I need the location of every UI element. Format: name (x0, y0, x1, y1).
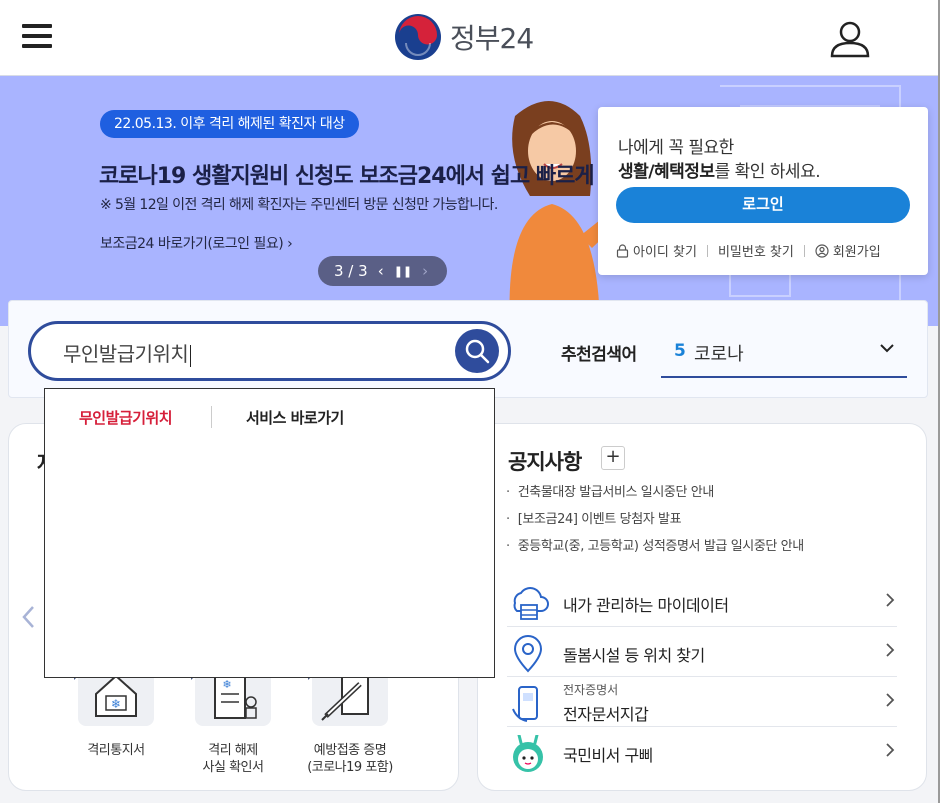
login-button[interactable]: 로그인 (616, 187, 910, 223)
pager-next-icon[interactable]: › (422, 262, 428, 280)
svg-text:❄: ❄ (111, 697, 121, 711)
mascot-gubbi-icon (513, 735, 543, 772)
recommend-label: 추천검색어 (561, 345, 637, 365)
banner-badge: 22.05.13. 이후 격리 해제된 확진자 대상 (100, 110, 359, 138)
service-label: 예방접종 증명 (코로나19 포함) (307, 743, 393, 775)
lock-icon (616, 243, 629, 258)
site-logo[interactable]: 정부24 (394, 12, 534, 62)
login-message-rest: 를 확인 하세요. (714, 162, 821, 182)
quick-link-care-facility[interactable]: 돌봄시설 등 위치 찾기 (507, 627, 897, 677)
quick-link-sublabel: 전자증명서 (563, 683, 619, 697)
logo-text: 정부24 (450, 22, 534, 55)
chevron-right-icon (886, 643, 895, 657)
quick-link-label: 돌봄시설 등 위치 찾기 (563, 646, 705, 665)
user-account-icon[interactable] (828, 20, 872, 58)
link-divider (803, 244, 805, 257)
pager-prev-icon[interactable]: ‹ (378, 262, 384, 280)
top-header: 정부24 (0, 0, 938, 76)
mobile-wallet-icon (512, 686, 538, 722)
banner-link[interactable]: 보조금24 바로가기(로그인 필요) › (100, 233, 293, 253)
banner-note: ※ 5월 12일 이전 격리 해제 확진자는 주민센터 방문 신청만 가능합니다… (100, 197, 498, 213)
login-message-line1: 나에게 꼭 필요한 (618, 138, 734, 158)
search-input[interactable]: 무인발급기위치 (28, 321, 511, 381)
mydata-cloud-icon (513, 587, 549, 620)
signup-link[interactable]: 회원가입 (815, 241, 881, 260)
chevron-right-icon (886, 593, 895, 607)
chevron-down-icon (880, 344, 894, 353)
dropdown-tab-service-shortcut[interactable]: 서비스 바로가기 (246, 407, 344, 428)
signup-label: 회원가입 (832, 245, 881, 260)
find-password-label: 비밀번호 찾기 (717, 245, 794, 260)
login-message-line2: 생활/혜택정보를 확인 하세요. (618, 157, 821, 182)
chevron-right-icon (886, 743, 895, 757)
quick-link-label: 전자문서지갑 (563, 705, 649, 724)
service-item[interactable]: ❄ 격리 해제 사실 확인서 (173, 658, 293, 776)
quick-link-mydata[interactable]: 내가 관리하는 마이데이터 (507, 577, 897, 627)
notice-title: 공지사항 (508, 450, 582, 474)
dropdown-tab-keyword[interactable]: 무인발급기위치 (79, 407, 173, 428)
service-item[interactable]: ❄ 격리통지서 (56, 658, 176, 759)
taegeuk-logo-icon (395, 14, 441, 60)
dropdown-tab-divider (211, 406, 212, 428)
find-password-link[interactable]: 비밀번호 찾기 (718, 241, 794, 260)
find-id-link[interactable]: 아이디 찾기 (616, 241, 697, 260)
search-autocomplete-dropdown: 무인발급기위치 서비스 바로가기 (44, 388, 495, 678)
notice-item[interactable]: 건축물대장 발급서비스 일시중단 안내 (506, 482, 804, 509)
notice-item[interactable]: 중등학교(중, 고등학교) 성적증명서 발급 일시중단 안내 (506, 536, 804, 563)
login-card: 나에게 꼭 필요한 생활/혜택정보를 확인 하세요. 로그인 아이디 찾기 비밀… (598, 107, 928, 275)
chevron-left-icon[interactable] (20, 604, 36, 630)
link-divider (706, 244, 708, 257)
recommend-keyword-select[interactable]: 5 코로나 (661, 328, 907, 378)
svg-text:❄: ❄ (222, 678, 231, 691)
pager-count: 3 / 3 (334, 262, 368, 280)
login-message-bold: 생활/혜택정보 (618, 162, 715, 182)
pager-pause-icon[interactable]: ❚❚ (394, 265, 412, 278)
service-label: 격리 해제 사실 확인서 (202, 743, 264, 775)
service-label: 격리통지서 (87, 743, 145, 758)
notice-item[interactable]: [보조금24] 이벤트 당첨자 발표 (506, 509, 804, 536)
login-links: 아이디 찾기 비밀번호 찾기 회원가입 (616, 241, 916, 260)
search-icon (465, 339, 490, 364)
location-pin-icon (513, 635, 543, 673)
banner-pager: 3 / 3 ‹ ❚❚ › (318, 256, 447, 286)
quick-link-gubbi[interactable]: 국민비서 구삐 (507, 727, 897, 777)
banner-title: 코로나19 생활지원비 신청도 보조금24에서 쉽고 빠르게 (99, 164, 595, 189)
app: 정부24 22.05.13. 이후 격리 해제된 확진자 대상 코로나19 생활… (0, 0, 940, 803)
quick-link-wallet[interactable]: 전자증명서 전자문서지갑 (507, 677, 897, 727)
notice-list: 건축물대장 발급서비스 일시중단 안내 [보조금24] 이벤트 당첨자 발표 중… (506, 482, 804, 563)
service-item[interactable]: 예방접종 증명 (코로나19 포함) (290, 658, 410, 776)
text-caret (190, 344, 192, 367)
quick-link-label: 내가 관리하는 마이데이터 (563, 596, 729, 615)
chevron-right-icon (886, 693, 895, 707)
person-circle-icon (815, 243, 829, 258)
find-id-label: 아이디 찾기 (633, 245, 697, 260)
quick-link-label: 국민비서 구삐 (563, 746, 653, 765)
recommend-keyword: 코로나 (694, 344, 744, 365)
search-input-value: 무인발급기위치 (63, 338, 192, 367)
notice-more-button[interactable]: + (601, 446, 625, 470)
recommend-rank: 5 (674, 341, 686, 361)
search-button[interactable] (455, 329, 499, 373)
hamburger-menu-icon[interactable] (22, 24, 52, 48)
